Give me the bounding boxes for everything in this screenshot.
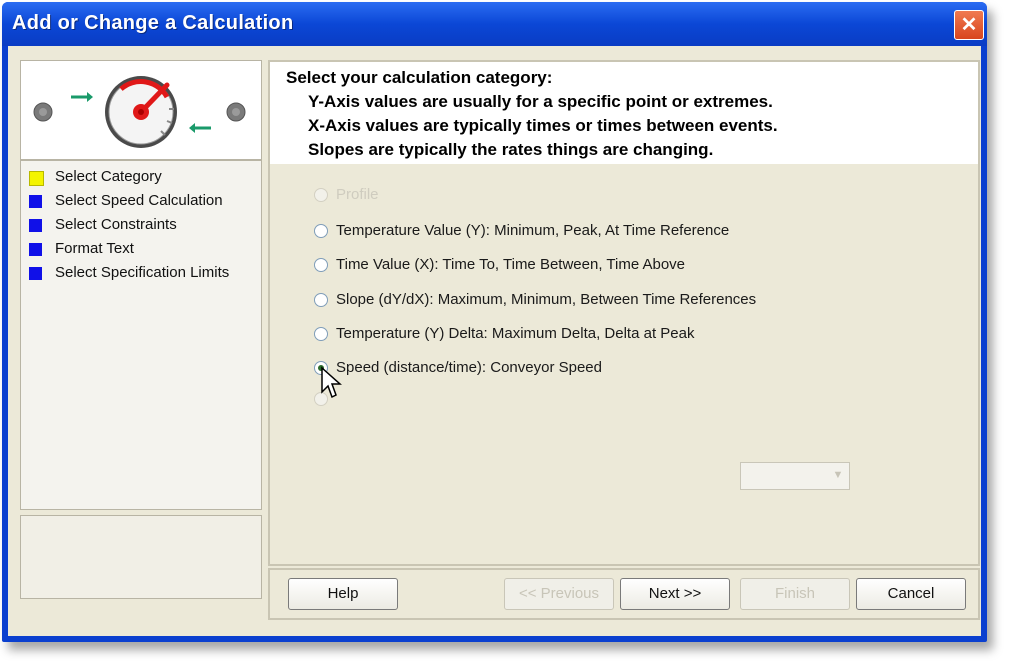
option-label: Time Value (X): Time To, Time Between, T… [336,256,686,273]
radio-button[interactable] [314,188,328,202]
chevron-down-icon[interactable]: ▼ [829,465,847,485]
previous-button[interactable]: << Previous [504,578,614,610]
window-title: Add or Change a Calculation [12,12,294,34]
logo-panel [20,60,262,160]
step-marker [29,171,44,186]
title-bar[interactable]: Add or Change a Calculation ✕ [2,2,987,46]
instructions-heading: Select your calculation category: [286,68,553,87]
step-label: Select Specification Limits [55,264,230,281]
option-label: Speed (distance/time): Conveyor Speed [336,359,602,376]
radio-button[interactable] [314,327,328,341]
option-label: Temperature (Y) Delta: Maximum Delta, De… [336,325,695,342]
gauge-icon [33,76,246,148]
finish-button[interactable]: Finish [740,578,850,610]
instructions-line: Slopes are typically the rates things ar… [308,140,714,159]
step-marker [29,267,42,280]
step-marker [29,195,42,208]
category-panel: Select your calculation category: Y-Axis… [268,60,980,566]
option-label: Temperature Value (Y): Minimum, Peak, At… [336,222,730,239]
arrow-left-icon [189,123,211,133]
option-label: Slope (dY/dX): Maximum, Minimum, Between… [336,291,757,308]
button-bar: Help << Previous Next >> Finish Cancel [268,568,980,620]
sidebar-info-box [20,515,262,599]
units-dropdown[interactable]: ▼ [740,462,850,490]
step-label: Select Speed Calculation [55,192,223,209]
instructions-box: Select your calculation category: Y-Axis… [270,62,978,164]
step-marker [29,243,42,256]
mouse-cursor-icon [321,366,342,399]
instructions-line: X-Axis values are typically times or tim… [308,116,778,135]
step-label: Select Category [55,168,162,185]
radio-button[interactable] [314,293,328,307]
help-button[interactable]: Help [288,578,398,610]
instructions-line: Y-Axis values are usually for a specific… [308,92,773,111]
radio-button[interactable] [314,224,328,238]
cancel-button[interactable]: Cancel [856,578,966,610]
dialog-window: Add or Change a Calculation ✕ Select Cat… [2,2,987,642]
wizard-sidebar: Select Category Select Speed Calculation… [20,60,262,599]
dialog-client-area: Select Category Select Speed Calculation… [8,46,981,636]
next-button[interactable]: Next >> [620,578,730,610]
option-label: Profile [336,186,379,203]
arrow-right-icon [71,92,93,102]
step-label: Format Text [55,240,134,257]
wizard-step-list: Select Category Select Speed Calculation… [20,160,262,510]
step-label: Select Constraints [55,216,177,233]
step-marker [29,219,42,232]
close-icon[interactable]: ✕ [954,10,984,40]
radio-button[interactable] [314,258,328,272]
